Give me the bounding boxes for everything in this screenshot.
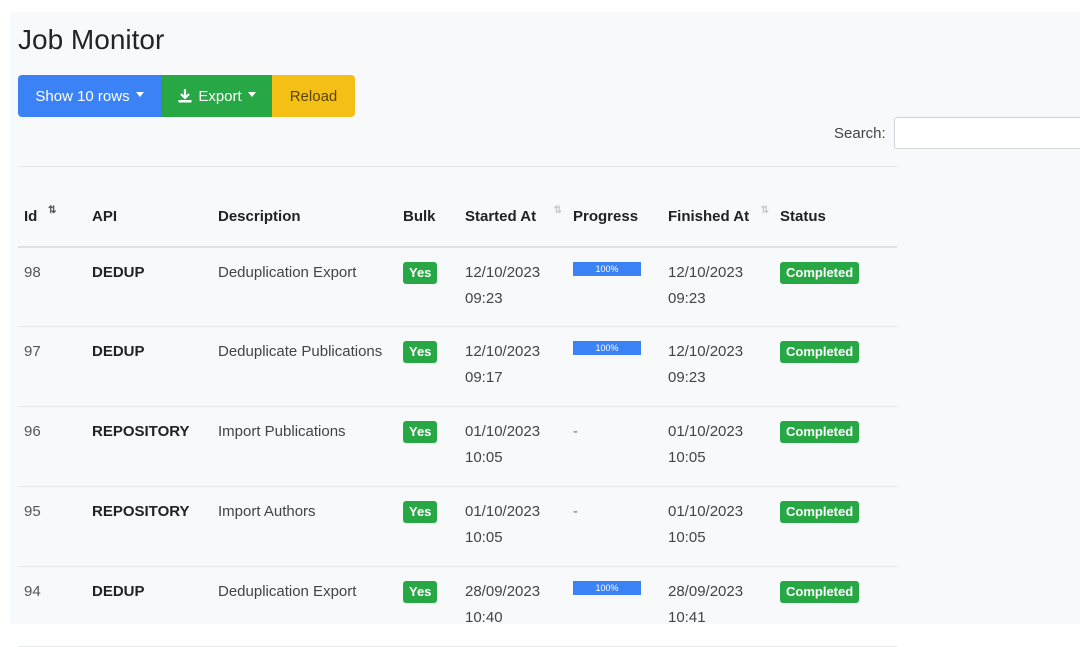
progress-bar: 100%: [573, 341, 641, 355]
progress-fill: 100%: [573, 341, 641, 355]
table-row[interactable]: 95 REPOSITORY Import Authors Yes 01/10/2023 …: [18, 487, 897, 567]
cell-status: Completed: [774, 407, 897, 487]
show-rows-button[interactable]: Show 10 rows: [18, 75, 161, 117]
cell-id: 96: [24, 423, 41, 440]
column-header-status: Status: [774, 167, 897, 247]
show-rows-label: Show 10 rows: [35, 87, 130, 105]
cell-description: Deduplicate Publications: [218, 343, 383, 360]
cell-finished-at: 01/10/2023 10:05: [668, 503, 744, 546]
status-badge: Completed: [780, 421, 860, 443]
progress-fill: 100%: [573, 261, 641, 276]
toolbar-button-group: Show 10 rows Export Reload: [18, 75, 355, 117]
status-badge: Completed: [780, 341, 860, 363]
cell-started-at: 28/09/2023 10:40: [465, 583, 541, 626]
cell-description: Deduplication Export: [218, 583, 357, 600]
progress-bar: 100%: [573, 261, 641, 276]
column-label: Finished At: [668, 207, 750, 225]
column-label: Started At: [465, 207, 537, 225]
caret-down-icon: [135, 91, 144, 97]
cell-description: Deduplication Export: [218, 263, 357, 281]
column-label: Progress: [573, 207, 639, 225]
bulk-badge: Yes: [403, 421, 438, 443]
cell-bulk: Yes: [397, 247, 459, 327]
cell-api: REPOSITORY: [92, 503, 190, 520]
export-label: Export: [198, 87, 242, 105]
progress-fill: 100%: [573, 581, 641, 595]
column-header-id[interactable]: Id ⇅: [18, 167, 86, 247]
cell-id: 97: [24, 343, 41, 360]
cell-finished-at: 01/10/2023 10:05: [668, 423, 744, 466]
column-header-bulk: Bulk: [397, 167, 459, 247]
cell-bulk: Yes: [397, 327, 459, 407]
column-header-finished-at[interactable]: Finished At ⇅: [662, 167, 774, 247]
cell-finished-at: 12/10/2023 09:23: [668, 263, 744, 307]
cell-started-at: 12/10/2023 09:17: [465, 343, 541, 386]
caret-down-icon: [247, 91, 256, 97]
download-icon: [178, 89, 192, 103]
cell-bulk: Yes: [397, 567, 459, 647]
progress-bar: 100%: [573, 581, 641, 595]
column-label: Description: [218, 207, 301, 225]
search-area: Search:: [834, 117, 1080, 149]
bulk-badge: Yes: [403, 261, 438, 284]
table-row[interactable]: 96 REPOSITORY Import Publications Yes 01/10/…: [18, 407, 897, 487]
cell-api: DEDUP: [92, 263, 145, 281]
jobs-table: Id ⇅ API Description Bulk Started At ⇅ P…: [18, 166, 897, 647]
bulk-badge: Yes: [403, 581, 438, 603]
cell-description: Import Publications: [218, 423, 346, 440]
export-button[interactable]: Export: [161, 75, 272, 117]
sort-icon: ⇅: [553, 204, 562, 216]
bulk-badge: Yes: [403, 341, 438, 363]
cell-status: Completed: [774, 567, 897, 647]
search-label: Search:: [834, 124, 886, 142]
table-row[interactable]: 97 DEDUP Deduplicate Publications Yes 12/10/…: [18, 327, 897, 407]
sort-icon: ⇅: [760, 204, 769, 216]
cell-started-at: 01/10/2023 10:05: [465, 423, 541, 466]
column-label: Id: [24, 207, 38, 225]
status-badge: Completed: [780, 261, 860, 284]
cell-progress: -: [567, 407, 662, 487]
status-badge: Completed: [780, 581, 860, 603]
jobs-table-wrapper: Id ⇅ API Description Bulk Started At ⇅ P…: [18, 166, 897, 647]
cell-started-at: 12/10/2023 09:23: [465, 263, 541, 307]
progress-empty: -: [573, 503, 578, 520]
cell-api: DEDUP: [92, 343, 145, 360]
cell-status: Completed: [774, 487, 897, 567]
cell-id: 98: [24, 263, 41, 281]
bulk-badge: Yes: [403, 501, 438, 523]
cell-status: Completed: [774, 247, 897, 327]
table-row[interactable]: 98 DEDUP Deduplication Export Yes 12/10/2023…: [18, 247, 897, 327]
cell-api: DEDUP: [92, 583, 145, 600]
sort-icon: ⇅: [48, 204, 56, 216]
cell-id: 95: [24, 503, 41, 520]
cell-progress: 100%: [567, 247, 662, 327]
cell-progress: 100%: [567, 327, 662, 407]
column-label: Bulk: [403, 207, 436, 225]
table-row[interactable]: 94 DEDUP Deduplication Export Yes 28/09/2023…: [18, 567, 897, 647]
cell-status: Completed: [774, 327, 897, 407]
search-input[interactable]: [893, 117, 1080, 149]
cell-bulk: Yes: [397, 407, 459, 487]
column-header-started-at[interactable]: Started At ⇅: [459, 167, 567, 247]
table-body: 98 DEDUP Deduplication Export Yes 12/10/2023…: [18, 247, 897, 647]
column-header-description: Description: [212, 167, 397, 247]
cell-progress: 100%: [567, 567, 662, 647]
cell-id: 94: [24, 583, 41, 600]
cell-started-at: 01/10/2023 10:05: [465, 503, 541, 546]
cell-bulk: Yes: [397, 487, 459, 567]
cell-finished-at: 12/10/2023 09:23: [668, 343, 744, 386]
cell-description: Import Authors: [218, 503, 316, 520]
status-badge: Completed: [780, 501, 860, 523]
cell-finished-at: 28/09/2023 10:41: [668, 583, 744, 626]
cell-progress: -: [567, 487, 662, 567]
progress-empty: -: [573, 423, 578, 440]
column-label: API: [92, 207, 118, 225]
column-header-api: API: [86, 167, 212, 247]
table-header-row: Id ⇅ API Description Bulk Started At ⇅ P…: [18, 166, 897, 247]
page-title: Job Monitor: [18, 24, 165, 55]
reload-button[interactable]: Reload: [272, 75, 355, 117]
column-label: Status: [780, 207, 826, 225]
cell-api: REPOSITORY: [92, 423, 190, 440]
column-header-progress: Progress: [567, 167, 662, 247]
